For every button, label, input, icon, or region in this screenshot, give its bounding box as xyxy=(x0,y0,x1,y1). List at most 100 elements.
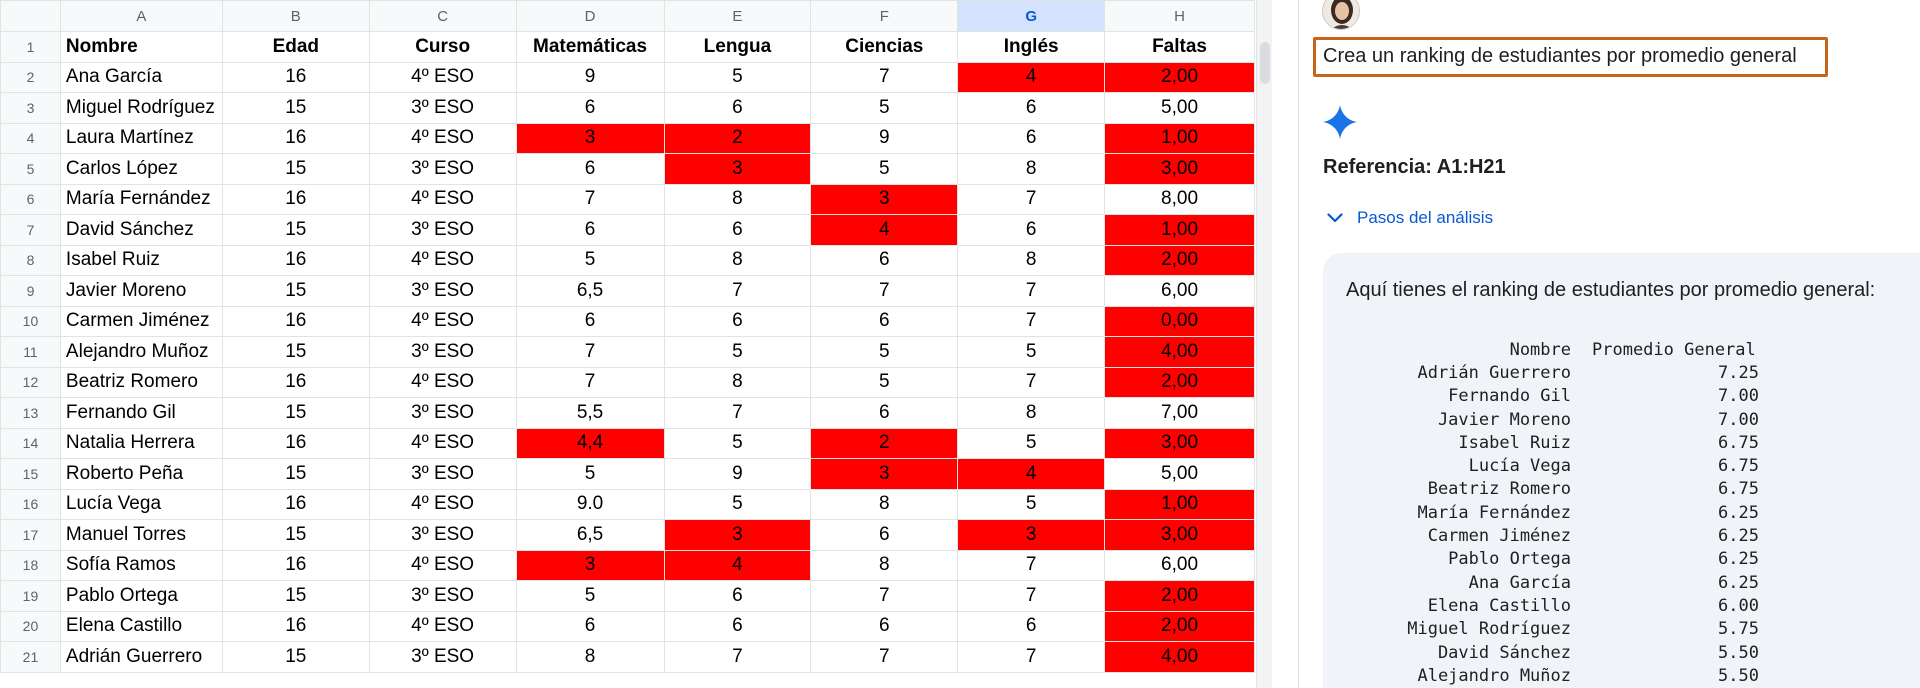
table-cell[interactable]: 7 xyxy=(810,641,959,673)
table-cell[interactable]: 3 xyxy=(957,519,1106,551)
table-cell[interactable]: 16 xyxy=(221,610,370,642)
table-cell[interactable]: 6 xyxy=(810,244,959,276)
table-cell[interactable]: 16 xyxy=(221,183,370,215)
table-cell[interactable]: 3º ESO xyxy=(368,153,517,185)
select-all-corner[interactable] xyxy=(0,0,61,32)
table-cell[interactable]: 6 xyxy=(515,305,665,337)
table-cell[interactable]: 4,00 xyxy=(1104,336,1255,368)
table-cell[interactable]: 6 xyxy=(957,214,1106,246)
table-cell[interactable]: 7 xyxy=(957,183,1106,215)
table-cell[interactable]: 3,00 xyxy=(1104,519,1255,551)
row-header[interactable]: 21 xyxy=(0,641,61,673)
column-header-f[interactable]: F xyxy=(810,0,959,32)
table-cell[interactable]: 6 xyxy=(810,397,959,429)
table-cell[interactable]: Miguel Rodríguez xyxy=(59,92,223,124)
table-cell[interactable]: 6 xyxy=(957,92,1106,124)
table-cell[interactable]: Pablo Ortega xyxy=(59,580,223,612)
table-cell[interactable]: 6 xyxy=(810,610,959,642)
table-cell[interactable]: 5 xyxy=(810,92,959,124)
table-cell[interactable]: 8 xyxy=(663,183,812,215)
row-header[interactable]: 17 xyxy=(0,519,61,551)
row-header[interactable]: 11 xyxy=(0,336,61,368)
row-header[interactable]: 18 xyxy=(0,549,61,581)
table-cell[interactable]: 3º ESO xyxy=(368,275,517,307)
table-cell[interactable]: 2 xyxy=(810,427,959,459)
table-cell[interactable]: 8 xyxy=(663,366,812,398)
table-cell[interactable]: 1,00 xyxy=(1104,122,1255,154)
table-cell[interactable]: 4º ESO xyxy=(368,549,517,581)
table-cell[interactable]: 6 xyxy=(810,519,959,551)
table-cell[interactable]: 5 xyxy=(957,488,1106,520)
table-cell[interactable]: 6 xyxy=(663,305,812,337)
scrollbar-thumb[interactable] xyxy=(1260,42,1270,84)
table-cell[interactable]: 3º ESO xyxy=(368,214,517,246)
table-cell[interactable]: 15 xyxy=(221,519,370,551)
table-cell[interactable]: 16 xyxy=(221,427,370,459)
table-cell[interactable]: 6 xyxy=(515,610,665,642)
table-cell[interactable]: María Fernández xyxy=(59,183,223,215)
table-cell[interactable]: 4º ESO xyxy=(368,61,517,93)
table-cell[interactable]: 4º ESO xyxy=(368,610,517,642)
table-cell[interactable]: 4 xyxy=(957,458,1106,490)
table-cell[interactable]: 15 xyxy=(221,214,370,246)
table-cell[interactable]: 6,00 xyxy=(1104,549,1255,581)
table-cell[interactable]: 5 xyxy=(663,427,812,459)
table-cell[interactable]: 8 xyxy=(957,153,1106,185)
table-cell[interactable]: Alejandro Muñoz xyxy=(59,336,223,368)
table-cell[interactable]: 7 xyxy=(810,580,959,612)
table-cell[interactable]: 5 xyxy=(515,458,665,490)
row-header[interactable]: 6 xyxy=(0,183,61,215)
row-header[interactable]: 4 xyxy=(0,122,61,154)
table-cell[interactable]: 5 xyxy=(810,366,959,398)
table-cell[interactable]: 3,00 xyxy=(1104,427,1255,459)
table-cell[interactable]: 15 xyxy=(221,275,370,307)
table-cell[interactable]: 3 xyxy=(515,549,665,581)
table-cell[interactable]: 5,5 xyxy=(515,397,665,429)
table-cell[interactable]: 3 xyxy=(810,458,959,490)
table-cell[interactable]: 5,00 xyxy=(1104,458,1255,490)
table-cell[interactable]: Ana García xyxy=(59,61,223,93)
table-cell[interactable]: 6 xyxy=(663,580,812,612)
table-cell[interactable]: 8 xyxy=(810,488,959,520)
table-cell[interactable]: 7 xyxy=(810,275,959,307)
row-header[interactable]: 2 xyxy=(0,61,61,93)
header-cell[interactable]: Faltas xyxy=(1104,31,1255,63)
table-cell[interactable]: 8 xyxy=(957,244,1106,276)
column-header-c[interactable]: C xyxy=(368,0,517,32)
table-cell[interactable]: 6 xyxy=(515,92,665,124)
table-cell[interactable]: 3 xyxy=(663,519,812,551)
table-cell[interactable]: 7 xyxy=(663,641,812,673)
table-cell[interactable]: 5 xyxy=(663,336,812,368)
table-cell[interactable]: 15 xyxy=(221,336,370,368)
table-cell[interactable]: 16 xyxy=(221,122,370,154)
table-cell[interactable]: 7 xyxy=(957,275,1106,307)
table-cell[interactable]: 3 xyxy=(663,153,812,185)
table-cell[interactable]: 7 xyxy=(957,580,1106,612)
table-cell[interactable]: 6 xyxy=(663,214,812,246)
row-header[interactable]: 1 xyxy=(0,31,61,63)
table-cell[interactable]: 5 xyxy=(663,61,812,93)
table-cell[interactable]: 7 xyxy=(515,366,665,398)
table-cell[interactable]: Adrián Guerrero xyxy=(59,641,223,673)
column-header-d[interactable]: D xyxy=(515,0,665,32)
table-cell[interactable]: 3,00 xyxy=(1104,153,1255,185)
table-cell[interactable]: Fernando Gil xyxy=(59,397,223,429)
table-cell[interactable]: 2,00 xyxy=(1104,580,1255,612)
table-cell[interactable]: 7 xyxy=(810,61,959,93)
table-cell[interactable]: Sofía Ramos xyxy=(59,549,223,581)
row-header[interactable]: 13 xyxy=(0,397,61,429)
table-cell[interactable]: Beatriz Romero xyxy=(59,366,223,398)
table-cell[interactable]: 9 xyxy=(515,61,665,93)
row-header[interactable]: 3 xyxy=(0,92,61,124)
row-header[interactable]: 12 xyxy=(0,366,61,398)
table-cell[interactable]: Carlos López xyxy=(59,153,223,185)
table-cell[interactable]: 5 xyxy=(957,427,1106,459)
column-header-b[interactable]: B xyxy=(221,0,370,32)
table-cell[interactable]: Javier Moreno xyxy=(59,275,223,307)
table-cell[interactable]: 3º ESO xyxy=(368,641,517,673)
table-cell[interactable]: 4,00 xyxy=(1104,641,1255,673)
table-cell[interactable]: 2 xyxy=(663,122,812,154)
table-cell[interactable]: 6 xyxy=(515,153,665,185)
table-cell[interactable]: 3 xyxy=(810,183,959,215)
table-cell[interactable]: 4 xyxy=(663,549,812,581)
